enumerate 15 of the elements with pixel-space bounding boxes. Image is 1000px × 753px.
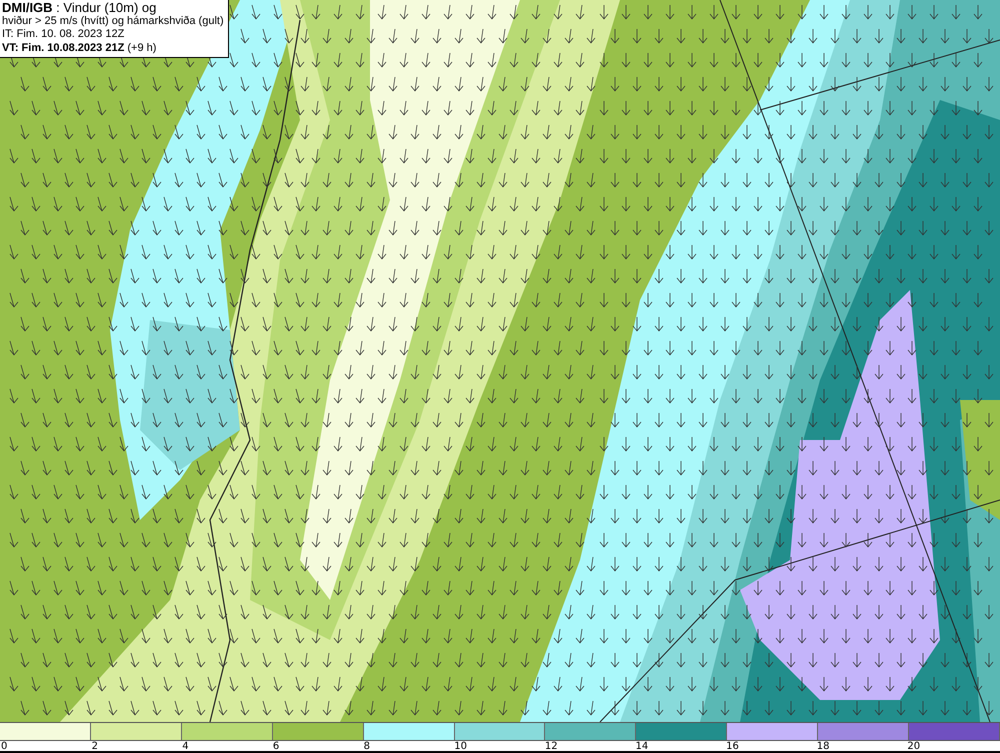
map-caption: hviður > 25 m/s (hvítt) og hámarkshviða (gult) [2,14,224,28]
scale-label: 18 [816,741,830,753]
scale-label: 10 [454,741,467,753]
scale-label: 8 [364,741,370,753]
scale-label: 20 [907,741,920,753]
scale-label: 12 [544,741,558,753]
map-caption: VT: Fim. 10.08.2023 21Z (+9 h) [2,42,158,55]
scale-label: 4 [182,741,189,753]
scale-label: 0 [1,741,8,753]
scale-label: 6 [272,741,280,753]
map-title: DMI/IGB : Vindur (10m) og [2,1,158,14]
scale-label: 2 [92,741,98,753]
scale-label: 16 [726,741,739,753]
scale-label: 14 [635,741,648,753]
map-caption: IT: Fim. 10. 08. 2023 12Z [2,28,126,42]
